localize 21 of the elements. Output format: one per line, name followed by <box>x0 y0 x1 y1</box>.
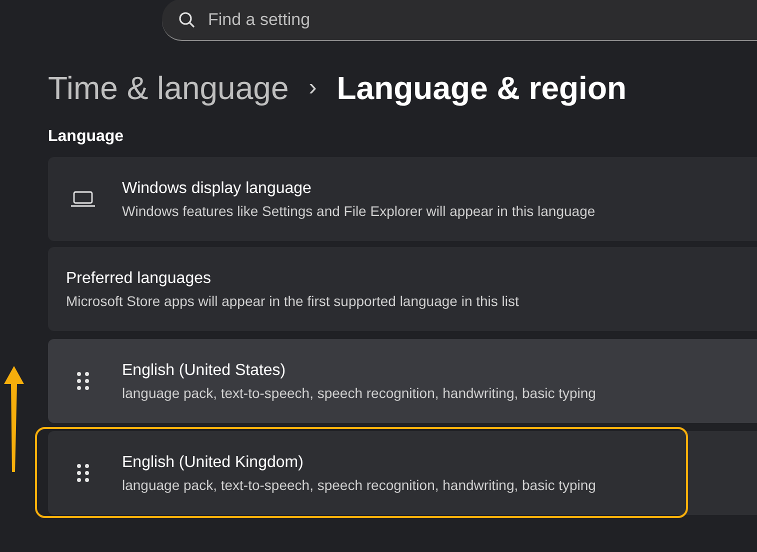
language-features: language pack, text-to-speech, speech recognition, handwriting, basic typing <box>122 384 596 403</box>
laptop-icon <box>70 190 96 208</box>
setting-title: Preferred languages <box>66 268 212 288</box>
search-icon <box>178 10 196 28</box>
setting-title: Windows display language <box>122 178 312 198</box>
search-field[interactable]: Find a setting <box>162 0 757 41</box>
setting-card[interactable]: Preferred languages Microsoft Store apps will appear in the first supported language in this list <box>48 247 757 331</box>
breadcrumb-parent[interactable]: Time & language <box>48 64 289 112</box>
setting-description: Microsoft Store apps will appear in the first supported language in this list <box>66 292 519 311</box>
language-name: English (United Kingdom) <box>122 452 304 472</box>
section-title: Language <box>47 127 125 147</box>
drag-handle-icon[interactable] <box>76 463 90 483</box>
language-name: English (United States) <box>122 360 287 380</box>
breadcrumb-separator: › <box>308 73 317 103</box>
language-card[interactable]: English (United States) language pack, text-to-speech, speech recognition, handwriting, basic typing <box>48 339 757 423</box>
setting-card[interactable]: Windows display language Windows features like Settings and File Explorer will appear in this language <box>48 157 757 241</box>
setting-description: Windows features like Settings and File Explorer will appear in this language <box>122 202 596 221</box>
drag-handle-icon[interactable] <box>76 371 90 391</box>
page-title: Language & region <box>336 69 627 108</box>
language-features: language pack, text-to-speech, speech recognition, handwriting, basic typing <box>122 476 596 495</box>
search-input[interactable]: Find a setting <box>208 6 757 32</box>
